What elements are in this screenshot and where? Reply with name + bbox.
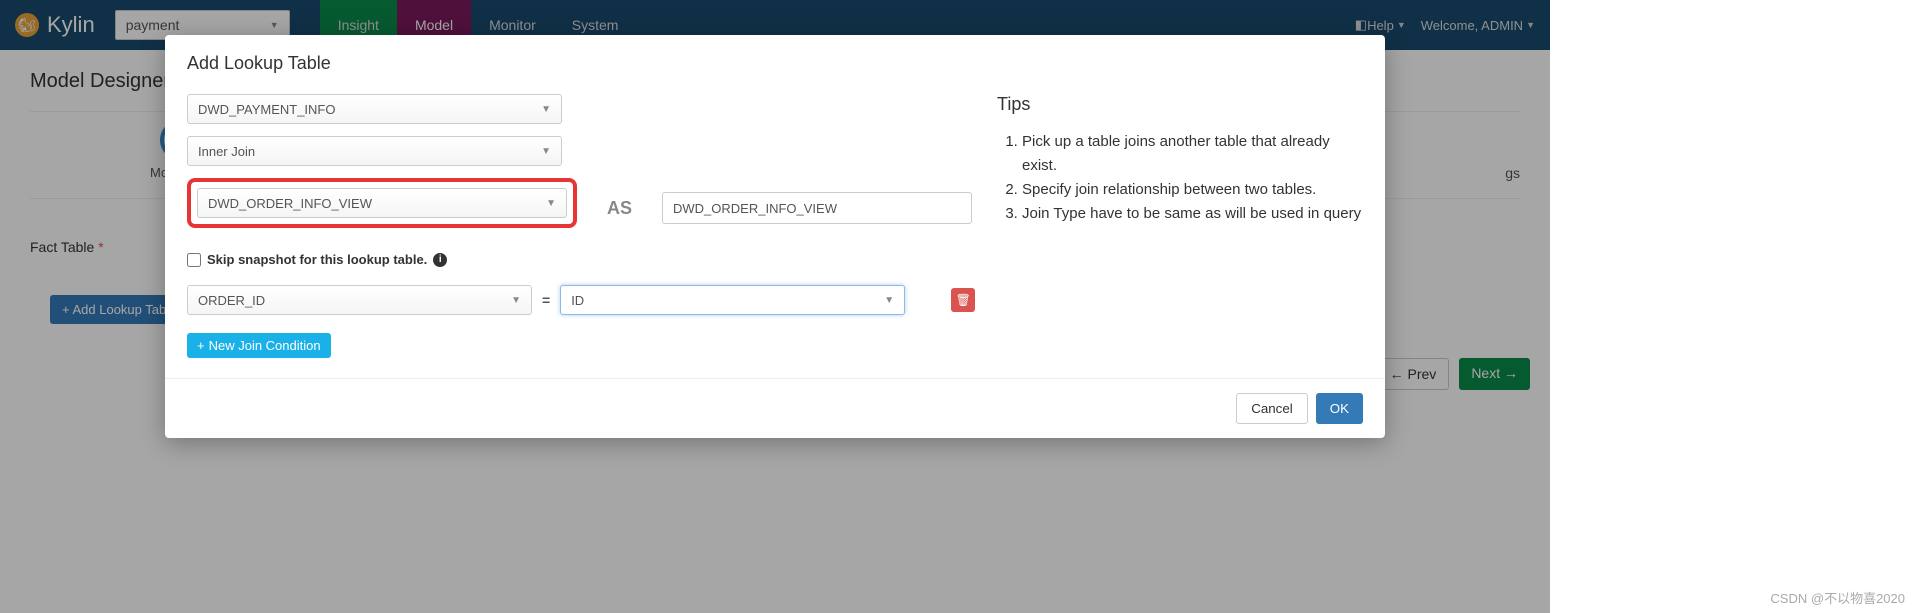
chevron-down-icon: ▼ (511, 295, 521, 306)
new-join-label: New Join Condition (209, 338, 321, 353)
tips-list: Pick up a table joins another table that… (997, 130, 1363, 226)
modal-header: Add Lookup Table (165, 35, 1385, 84)
lookup-table-value: DWD_ORDER_INFO_VIEW (208, 196, 372, 211)
lookup-table-highlight: DWD_ORDER_INFO_VIEW ▼ (187, 178, 577, 228)
join-left-column-select[interactable]: ORDER_ID ▼ (187, 285, 532, 315)
ok-button[interactable]: OK (1316, 393, 1363, 424)
join-left-value: ORDER_ID (198, 293, 265, 308)
lookup-table-select[interactable]: DWD_ORDER_INFO_VIEW ▼ (197, 188, 567, 218)
join-type-select[interactable]: Inner Join ▼ (187, 136, 562, 166)
info-icon[interactable]: i (433, 253, 447, 267)
tip-item: Join Type have to be same as will be use… (1022, 202, 1363, 226)
modal-title: Add Lookup Table (187, 53, 1363, 74)
new-join-condition-button[interactable]: + New Join Condition (187, 333, 331, 358)
modal-body: DWD_PAYMENT_INFO ▼ Inner Join ▼ DWD_ORDE… (165, 84, 1385, 378)
join-right-column-select[interactable]: ID ▼ (560, 285, 905, 315)
join-type-value: Inner Join (198, 144, 255, 159)
tip-item: Pick up a table joins another table that… (1022, 130, 1363, 178)
modal-footer: Cancel OK (165, 378, 1385, 438)
join-right-value: ID (571, 293, 584, 308)
chevron-down-icon: ▼ (884, 295, 894, 306)
chevron-down-icon: ▼ (546, 198, 556, 209)
watermark: CSDN @不以物喜2020 (1770, 588, 1905, 607)
tip-item: Specify join relationship between two ta… (1022, 178, 1363, 202)
tips-title: Tips (997, 94, 1363, 115)
modal-left-pane: DWD_PAYMENT_INFO ▼ Inner Join ▼ DWD_ORDE… (187, 94, 987, 358)
plus-icon: + (197, 338, 205, 353)
as-label: AS (607, 198, 632, 219)
trash-icon: 🗑 (956, 293, 971, 307)
chevron-down-icon: ▼ (541, 146, 551, 157)
join-condition-row: ORDER_ID ▼ = ID ▼ 🗑 (187, 285, 987, 315)
alias-input[interactable] (662, 192, 972, 224)
chevron-down-icon: ▼ (541, 104, 551, 115)
skip-snapshot-row: Skip snapshot for this lookup table. i (187, 252, 987, 267)
add-lookup-table-modal: Add Lookup Table DWD_PAYMENT_INFO ▼ Inne… (165, 35, 1385, 438)
skip-snapshot-label: Skip snapshot for this lookup table. (207, 252, 427, 267)
delete-join-button[interactable]: 🗑 (951, 288, 975, 312)
cancel-button[interactable]: Cancel (1236, 393, 1308, 424)
fact-table-value: DWD_PAYMENT_INFO (198, 102, 335, 117)
skip-snapshot-checkbox[interactable] (187, 253, 201, 267)
fact-table-select[interactable]: DWD_PAYMENT_INFO ▼ (187, 94, 562, 124)
equals-sign: = (538, 292, 554, 308)
modal-tips-pane: Tips Pick up a table joins another table… (987, 94, 1363, 358)
